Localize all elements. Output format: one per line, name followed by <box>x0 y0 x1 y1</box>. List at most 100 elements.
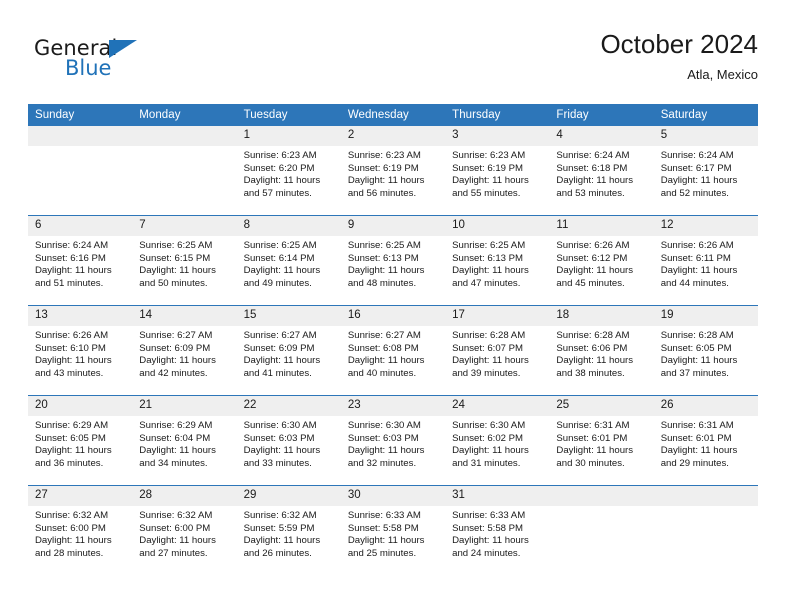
day-cell[interactable]: 28 Sunrise: 6:32 AM Sunset: 6:00 PM Dayligh… <box>132 485 237 575</box>
sunrise-time: Sunrise: 6:25 AM <box>139 240 213 251</box>
day-details: Sunrise: 6:29 AM Sunset: 6:04 PM Daylight:… <box>132 416 236 470</box>
day-cell[interactable]: 31 Sunrise: 6:33 AM Sunset: 5:58 PM Dayligh… <box>445 485 550 575</box>
sunrise-time: Sunrise: 6:29 AM <box>139 420 213 431</box>
day-cell[interactable]: 27 Sunrise: 6:32 AM Sunset: 6:00 PM Dayligh… <box>28 485 133 575</box>
daylight-line-2: and 25 minutes. <box>347 547 417 559</box>
day-cell[interactable]: 12 Sunrise: 6:26 AM Sunset: 6:11 PM Dayligh… <box>653 215 758 306</box>
daylight-line-2: and 39 minutes. <box>452 367 521 379</box>
sunset-time: Sunset: 6:03 PM <box>243 432 315 444</box>
day-cell[interactable]: 4 Sunrise: 6:24 AM Sunset: 6:18 PM Daylight… <box>549 126 654 216</box>
day-cell[interactable]: 26 Sunrise: 6:31 AM Sunset: 6:01 PM Dayligh… <box>653 395 758 486</box>
day-cell[interactable]: 30 Sunrise: 6:33 AM Sunset: 5:58 PM Dayligh… <box>340 485 446 575</box>
day-cell[interactable]: 9 Sunrise: 6:25 AM Sunset: 6:13 PM Daylight… <box>340 215 446 306</box>
daylight-line-2: and 50 minutes. <box>139 277 208 289</box>
weekday-header-tuesday: Tuesday <box>236 104 341 126</box>
daylight-line-1: Daylight: 11 hours <box>347 175 425 187</box>
day-cell-empty <box>653 485 758 575</box>
daylight-line-1: Daylight: 11 hours <box>452 175 529 187</box>
weekday-header-sunday: Sunday <box>28 104 133 126</box>
day-cell[interactable]: 8 Sunrise: 6:25 AM Sunset: 6:14 PM Daylight… <box>236 215 341 306</box>
sunrise-time: Sunrise: 6:30 AM <box>243 420 317 431</box>
page-subtitle: Atla, Mexico <box>687 67 758 82</box>
daylight-line-1: Daylight: 11 hours <box>243 355 321 367</box>
daylight-line-1: Daylight: 11 hours <box>139 355 216 367</box>
weekday-header-friday: Friday <box>549 104 654 126</box>
day-cell[interactable]: 14 Sunrise: 6:27 AM Sunset: 6:09 PM Dayligh… <box>132 305 237 396</box>
daylight-line-2: and 45 minutes. <box>556 277 625 289</box>
day-cell[interactable]: 23 Sunrise: 6:30 AM Sunset: 6:03 PM Dayligh… <box>340 395 446 486</box>
weekday-header-wednesday: Wednesday <box>340 104 446 126</box>
day-cell[interactable]: 16 Sunrise: 6:27 AM Sunset: 6:08 PM Dayligh… <box>340 305 446 396</box>
sunrise-time: Sunrise: 6:24 AM <box>556 150 630 161</box>
daylight-line-2: and 33 minutes. <box>243 457 312 469</box>
day-details: Sunrise: 6:24 AM Sunset: 6:18 PM Daylight:… <box>549 146 653 200</box>
weekday-header-saturday: Saturday <box>653 104 758 126</box>
day-details: Sunrise: 6:26 AM Sunset: 6:10 PM Daylight:… <box>28 326 132 380</box>
day-cell[interactable]: 18 Sunrise: 6:28 AM Sunset: 6:06 PM Dayligh… <box>549 305 654 396</box>
day-cell[interactable]: 19 Sunrise: 6:28 AM Sunset: 6:05 PM Dayligh… <box>653 305 758 396</box>
daylight-line-1: Daylight: 11 hours <box>139 265 216 277</box>
day-number: 24 <box>445 396 550 416</box>
sunset-time: Sunset: 6:01 PM <box>660 432 732 444</box>
sunset-time: Sunset: 6:10 PM <box>35 342 106 354</box>
day-cell[interactable]: 25 Sunrise: 6:31 AM Sunset: 6:01 PM Dayligh… <box>549 395 654 486</box>
day-details: Sunrise: 6:26 AM Sunset: 6:11 PM Daylight:… <box>654 236 758 290</box>
title-block: October 2024 Atla, Mexico <box>600 28 758 85</box>
daylight-line-1: Daylight: 11 hours <box>243 445 321 457</box>
day-cell[interactable]: 6 Sunrise: 6:24 AM Sunset: 6:16 PM Daylight… <box>28 215 133 306</box>
daylight-line-1: Daylight: 11 hours <box>347 355 425 367</box>
day-cell[interactable]: 2 Sunrise: 6:23 AM Sunset: 6:19 PM Daylight… <box>340 126 446 216</box>
daylight-line-1: Daylight: 11 hours <box>452 535 529 547</box>
day-details: Sunrise: 6:27 AM Sunset: 6:08 PM Daylight:… <box>341 326 445 380</box>
daylight-line-2: and 37 minutes. <box>660 367 729 379</box>
daylight-line-2: and 26 minutes. <box>243 547 312 559</box>
sunrise-time: Sunrise: 6:25 AM <box>347 240 421 251</box>
day-cell[interactable]: 5 Sunrise: 6:24 AM Sunset: 6:17 PM Daylight… <box>653 126 758 216</box>
day-cell[interactable]: 15 Sunrise: 6:27 AM Sunset: 6:09 PM Dayligh… <box>236 305 341 396</box>
sunset-time: Sunset: 6:03 PM <box>347 432 419 444</box>
calendar-body: 1 Sunrise: 6:23 AM Sunset: 6:20 PM Daylight… <box>28 126 758 575</box>
day-cell[interactable]: 13 Sunrise: 6:26 AM Sunset: 6:10 PM Dayligh… <box>28 305 133 396</box>
day-details: Sunrise: 6:25 AM Sunset: 6:15 PM Daylight:… <box>132 236 236 290</box>
day-number <box>132 126 237 146</box>
sunset-time: Sunset: 6:05 PM <box>35 432 106 444</box>
day-details: Sunrise: 6:24 AM Sunset: 6:16 PM Daylight:… <box>28 236 132 290</box>
weekday-header-monday: Monday <box>132 104 237 126</box>
day-cell[interactable]: 20 Sunrise: 6:29 AM Sunset: 6:05 PM Dayligh… <box>28 395 133 486</box>
day-cell[interactable]: 29 Sunrise: 6:32 AM Sunset: 5:59 PM Dayligh… <box>236 485 341 575</box>
sunrise-time: Sunrise: 6:31 AM <box>556 420 630 431</box>
day-cell[interactable]: 1 Sunrise: 6:23 AM Sunset: 6:20 PM Daylight… <box>236 126 341 216</box>
sunset-time: Sunset: 6:00 PM <box>35 522 106 534</box>
calendar-week-row: 13 Sunrise: 6:26 AM Sunset: 6:10 PM Dayligh… <box>28 305 758 396</box>
day-cell[interactable]: 24 Sunrise: 6:30 AM Sunset: 6:02 PM Dayligh… <box>445 395 550 486</box>
brand-logo[interactable]: General Blue <box>34 36 174 88</box>
daylight-line-2: and 30 minutes. <box>556 457 625 469</box>
day-cell[interactable]: 21 Sunrise: 6:29 AM Sunset: 6:04 PM Dayligh… <box>132 395 237 486</box>
sunset-time: Sunset: 6:19 PM <box>452 162 524 174</box>
page-header: General Blue October 2024 Atla, Mexico <box>28 28 758 94</box>
day-cell[interactable]: 3 Sunrise: 6:23 AM Sunset: 6:19 PM Daylight… <box>445 126 550 216</box>
sunrise-time: Sunrise: 6:26 AM <box>35 330 109 341</box>
day-cell[interactable]: 17 Sunrise: 6:28 AM Sunset: 6:07 PM Dayligh… <box>445 305 550 396</box>
sunrise-time: Sunrise: 6:31 AM <box>660 420 734 431</box>
day-number: 28 <box>132 486 237 506</box>
sunset-time: Sunset: 6:08 PM <box>347 342 419 354</box>
day-number: 12 <box>653 216 758 236</box>
daylight-line-1: Daylight: 11 hours <box>556 175 634 187</box>
sunset-time: Sunset: 6:04 PM <box>139 432 211 444</box>
sunset-time: Sunset: 6:09 PM <box>243 342 315 354</box>
daylight-line-2: and 44 minutes. <box>660 277 729 289</box>
sunset-time: Sunset: 6:15 PM <box>139 252 211 264</box>
sunrise-time: Sunrise: 6:27 AM <box>347 330 421 341</box>
day-details: Sunrise: 6:30 AM Sunset: 6:03 PM Daylight:… <box>341 416 445 470</box>
day-cell[interactable]: 22 Sunrise: 6:30 AM Sunset: 6:03 PM Dayligh… <box>236 395 341 486</box>
day-details: Sunrise: 6:33 AM Sunset: 5:58 PM Daylight:… <box>445 506 549 560</box>
day-cell[interactable]: 10 Sunrise: 6:25 AM Sunset: 6:13 PM Dayligh… <box>445 215 550 306</box>
sunset-time: Sunset: 6:06 PM <box>556 342 628 354</box>
day-cell[interactable]: 11 Sunrise: 6:26 AM Sunset: 6:12 PM Dayligh… <box>549 215 654 306</box>
day-details: Sunrise: 6:27 AM Sunset: 6:09 PM Daylight:… <box>237 326 341 380</box>
daylight-line-1: Daylight: 11 hours <box>556 265 634 277</box>
daylight-line-1: Daylight: 11 hours <box>35 355 112 367</box>
day-cell[interactable]: 7 Sunrise: 6:25 AM Sunset: 6:15 PM Daylight… <box>132 215 237 306</box>
day-details: Sunrise: 6:25 AM Sunset: 6:13 PM Daylight:… <box>341 236 445 290</box>
